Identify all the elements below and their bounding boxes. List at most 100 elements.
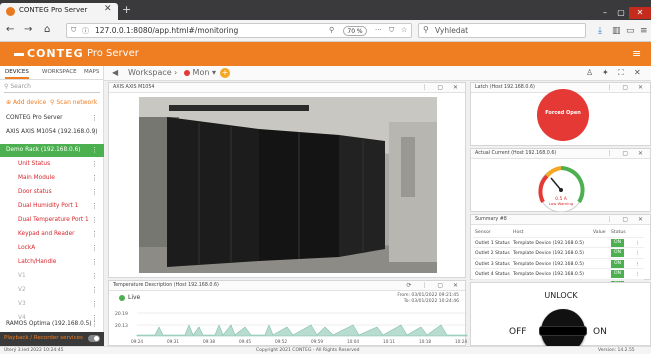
sidebar-item[interactable]: V3 ⋮ <box>0 298 104 311</box>
table-row[interactable]: Outlet 1 Status Template Device (192.168.… <box>473 238 644 248</box>
panel-controls[interactable]: ⋮ ▢ ✕ <box>421 84 462 91</box>
sidebar-item[interactable]: LockA ⋮ <box>0 242 104 255</box>
table-header: Sensor Host Value Status <box>473 227 644 238</box>
item-menu-icon[interactable]: ⋮ <box>91 174 98 182</box>
sidebar-item[interactable]: Demo Rack (192.168.0.6) ⋮ <box>0 144 104 157</box>
item-menu-icon[interactable]: ⋮ <box>91 286 98 294</box>
panel-controls[interactable]: ⋮ ▢ ✕ <box>606 150 647 157</box>
sidebar-search-input[interactable]: ⚲ Search <box>4 83 100 93</box>
recorder-toggle[interactable] <box>88 335 100 342</box>
item-menu-icon[interactable]: ⋮ <box>91 244 98 252</box>
alarm-label: Forced Open <box>545 110 581 116</box>
maximize-icon[interactable]: ▢ <box>613 7 629 19</box>
sidebar-item[interactable]: RAMOS Optima (192.168.0.5) ⋮ <box>0 318 104 331</box>
sidebar-item[interactable]: Dual Temperature Port 1 ⋮ <box>0 214 104 227</box>
browser-tab-strip: CONTEG Pro Server ✕ + – ▢ ✕ <box>0 0 651 20</box>
switch-handle[interactable] <box>539 326 587 336</box>
cell-host: Template Device (192.168.0.5) <box>513 272 584 277</box>
hamburger-menu-icon[interactable]: ≡ <box>632 47 641 60</box>
bookmark-star-icon[interactable]: ☆ <box>401 26 407 34</box>
item-menu-icon[interactable]: ⋮ <box>91 160 98 168</box>
download-icon[interactable]: ⤓ <box>598 26 602 36</box>
current-panel-header: Actual Current (Host 192.168.0.6) ⋮ ▢ ✕ <box>471 149 650 159</box>
item-menu-icon[interactable]: ⋮ <box>91 272 98 280</box>
url-text: 127.0.0.1:8080/app.html#/monitoring <box>95 26 239 35</box>
sidebar-item[interactable]: Main Module ⋮ <box>0 172 104 185</box>
cell-host: Template Device (192.168.0.5) <box>513 240 584 246</box>
more-icon[interactable]: ··· <box>375 26 382 34</box>
sidebar-item[interactable]: Latch/Handle ⋮ <box>0 256 104 269</box>
sidebar-item-label: Demo Rack (192.168.0.6) <box>6 147 81 153</box>
workspace-current: Mon <box>192 68 210 77</box>
table-row[interactable]: Outlet 2 Status Template Device (192.168.… <box>473 248 644 259</box>
x-tick-label: 10:24 <box>455 339 467 344</box>
tab-devices[interactable]: DEVICES <box>5 69 29 79</box>
sidebar-item[interactable]: Keypad and Reader ⋮ <box>0 228 104 241</box>
item-menu-icon[interactable]: ⋮ <box>91 320 98 328</box>
app-name: Pro Server <box>87 48 139 59</box>
library-icon[interactable]: ▥ <box>612 26 621 36</box>
item-menu-icon[interactable]: ⋮ <box>91 146 98 154</box>
item-menu-icon[interactable]: ⋮ <box>91 188 98 196</box>
camera-video[interactable] <box>139 97 437 273</box>
sidebar-item-label: Main Module <box>18 175 55 181</box>
home-icon[interactable]: ⌂ <box>44 24 50 35</box>
table-row[interactable]: Outlet 4 Status Template Device (192.168.… <box>473 269 644 280</box>
live-indicator[interactable]: Live <box>119 294 140 301</box>
item-menu-icon[interactable]: ⋮ <box>91 128 98 136</box>
forward-icon[interactable]: → <box>24 24 32 35</box>
sidebar-item[interactable]: AXIS AXIS M1054 (192.168.0.9) ⋮ <box>0 126 104 139</box>
conteg-logo: CONTEG <box>14 47 84 60</box>
row-menu-icon[interactable]: ⋮ <box>635 241 640 246</box>
item-menu-icon[interactable]: ⋮ <box>91 202 98 210</box>
close-window-icon[interactable]: ✕ <box>629 7 651 19</box>
back-arrow-icon[interactable]: ◀ <box>112 68 118 77</box>
sidebar-item[interactable]: Door status ⋮ <box>0 186 104 199</box>
sidebar-item[interactable]: Dual Humidity Port 1 ⋮ <box>0 200 104 213</box>
row-menu-icon[interactable]: ⋮ <box>635 251 640 256</box>
status-dot-icon <box>184 69 190 76</box>
add-widget-button[interactable]: + <box>220 68 230 78</box>
item-menu-icon[interactable]: ⋮ <box>91 300 98 308</box>
fullscreen-icon[interactable]: ⛶ <box>618 68 624 78</box>
url-bar[interactable]: ⛉ ⓘ 127.0.0.1:8080/app.html#/monitoring … <box>66 23 412 38</box>
scan-network-button[interactable]: ⚲ Scan network <box>50 99 97 106</box>
key-icon[interactable]: ⚲ <box>329 26 334 34</box>
item-menu-icon[interactable]: ⋮ <box>91 114 98 122</box>
tab-maps[interactable]: MAPS <box>84 69 99 75</box>
item-menu-icon[interactable]: ⋮ <box>91 230 98 238</box>
pin-icon[interactable]: ✦ <box>602 68 609 77</box>
workspace-select[interactable]: Mon ▾ <box>184 68 216 77</box>
pocket-icon[interactable]: ⛉ <box>389 26 394 35</box>
close-workspace-icon[interactable]: ✕ <box>634 68 641 77</box>
tab-workspace[interactable]: WORKSPACE <box>42 69 77 75</box>
item-menu-icon[interactable]: ⋮ <box>91 216 98 224</box>
panel-controls[interactable]: ⋮ ▢ ✕ <box>606 84 647 91</box>
browser-search-input[interactable]: ⚲ Vyhledat <box>418 23 586 38</box>
sidebar-item[interactable]: V1 ⋮ <box>0 270 104 283</box>
close-tab-icon[interactable]: ✕ <box>104 4 112 14</box>
cell-host: Template Device (192.168.0.5) <box>513 251 584 256</box>
add-device-button[interactable]: ⊕ Add device <box>6 99 46 106</box>
summary-table: Sensor Host Value Status Outlet 1 Status… <box>473 227 644 290</box>
menu-icon[interactable]: ≡ <box>640 26 648 36</box>
window-controls: – ▢ ✕ <box>597 0 651 19</box>
panel-controls[interactable]: ⋮ ▢ ✕ <box>606 216 647 223</box>
zoom-badge[interactable]: 70 % <box>343 26 367 36</box>
table-row[interactable]: Outlet 3 Status Template Device (192.168.… <box>473 259 644 269</box>
reader-icon[interactable]: ▭ <box>626 26 635 36</box>
browser-tab[interactable]: CONTEG Pro Server ✕ <box>0 3 118 20</box>
on-label: ON <box>593 327 607 337</box>
minimize-icon[interactable]: – <box>597 7 613 19</box>
row-menu-icon[interactable]: ⋮ <box>635 262 640 267</box>
sidebar-item[interactable]: Unit Status ⋮ <box>0 158 104 171</box>
sidebar-item[interactable]: CONTEG Pro Server ⋮ <box>0 112 104 125</box>
new-tab-icon[interactable]: + <box>122 3 131 16</box>
row-menu-icon[interactable]: ⋮ <box>635 272 640 277</box>
item-menu-icon[interactable]: ⋮ <box>91 258 98 266</box>
panel-controls[interactable]: ⟳ ⋮ ▢ ✕ <box>407 282 462 289</box>
sidebar-item[interactable]: V2 ⋮ <box>0 284 104 297</box>
shield-icon: ⛉ <box>71 26 77 34</box>
user-icon[interactable]: ♙ <box>586 68 593 77</box>
back-icon[interactable]: ← <box>6 24 14 35</box>
